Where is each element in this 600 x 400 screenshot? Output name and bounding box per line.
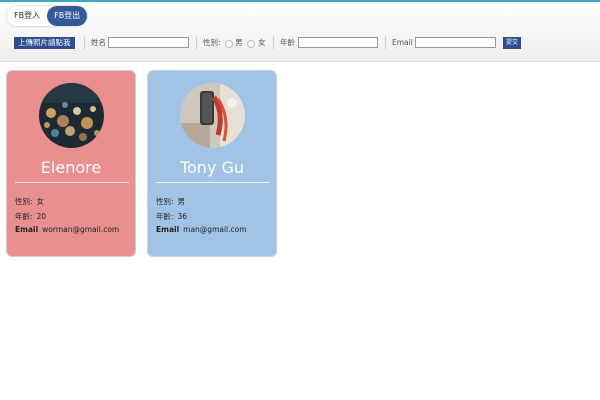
gender-female-label: 女 (258, 38, 266, 47)
email-value: man@gmail.com (183, 225, 247, 234)
gender-label: 性別: (203, 38, 221, 47)
name-label: 姓名 (91, 38, 106, 47)
gender-value: 男 (177, 197, 186, 206)
avatar-photo-microphone (180, 83, 245, 148)
gender-male-label: 男 (235, 38, 243, 47)
form-divider (385, 36, 386, 50)
gender-row: 性別: 女 (15, 196, 44, 207)
gender-label: 性別: (15, 197, 33, 206)
card-name: Tony Gu (179, 158, 245, 177)
email-input[interactable] (415, 37, 496, 48)
profile-card: Elenore 性別: 女 年齡: 20 Email worman@gmail.com (6, 70, 136, 257)
age-value: 20 (36, 212, 47, 221)
card-divider (15, 182, 129, 183)
gender-row: 性別: 男 (156, 196, 185, 207)
form-divider (273, 36, 274, 50)
age-row: 年齡: 36 (156, 211, 187, 222)
age-label: 年齡: (156, 212, 174, 221)
avatar-photo-bokeh (39, 83, 104, 148)
card-divider (156, 182, 270, 183)
age-label: 年齡 (280, 38, 295, 47)
gender-male-radio[interactable] (225, 40, 233, 48)
profile-form: 上傳照片請點我 姓名 性別: 男 女 年齡 Email 提交 (14, 36, 594, 50)
age-value: 36 (177, 212, 188, 221)
fb-button-group: FB登入 FB登出 (7, 6, 88, 26)
fb-login-button[interactable]: FB登入 (7, 6, 48, 26)
form-divider (196, 36, 197, 50)
upload-photo-button[interactable]: 上傳照片請點我 (14, 37, 75, 49)
email-label: Email (392, 38, 413, 47)
submit-button[interactable]: 提交 (503, 37, 522, 49)
age-label: 年齡: (15, 212, 33, 221)
age-input[interactable] (298, 37, 378, 48)
card-name: Elenore (40, 158, 102, 177)
profile-card: Tony Gu 性別: 男 年齡: 36 Email man@gmail.com (147, 70, 277, 257)
email-value: worman@gmail.com (42, 225, 120, 234)
gender-label: 性別: (156, 197, 174, 206)
email-row: Email man@gmail.com (156, 225, 247, 234)
gender-value: 女 (36, 197, 45, 206)
name-input[interactable] (108, 37, 189, 48)
form-divider (84, 36, 85, 50)
email-label: Email (156, 225, 180, 234)
email-label: Email (15, 225, 39, 234)
avatar (39, 83, 104, 148)
age-row: 年齡: 20 (15, 211, 46, 222)
email-row: Email worman@gmail.com (15, 225, 119, 234)
gender-female-radio[interactable] (247, 40, 255, 48)
fb-logout-button[interactable]: FB登出 (47, 6, 88, 26)
avatar (180, 83, 245, 148)
top-toolbar: FB登入 FB登出 上傳照片請點我 姓名 性別: 男 女 年齡 Email 提交 (0, 0, 600, 62)
